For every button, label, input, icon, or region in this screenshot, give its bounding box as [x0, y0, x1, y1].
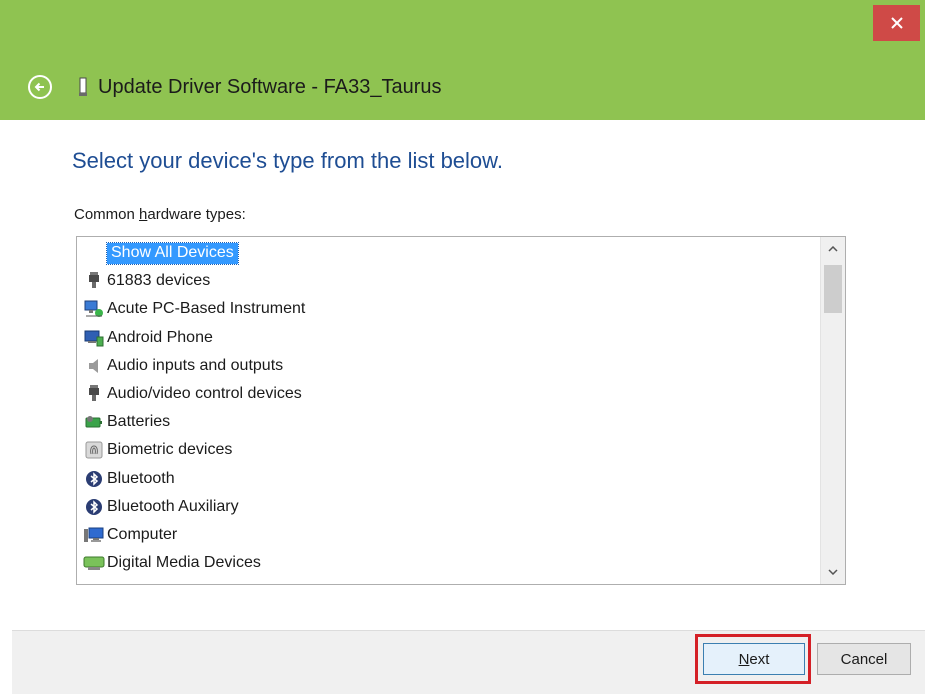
list-item[interactable]: Audio inputs and outputs — [83, 352, 811, 380]
list-item[interactable]: Show All Devices — [83, 239, 811, 267]
list-item-label: 61883 devices — [107, 272, 211, 290]
list-item-label: Android Phone — [107, 328, 213, 346]
battery-icon — [83, 412, 105, 432]
list-item-label: Batteries — [107, 413, 171, 431]
list-item[interactable]: Batteries — [83, 408, 811, 436]
bluetooth-icon — [83, 469, 105, 489]
bluetooth-icon — [83, 497, 105, 517]
list-item[interactable]: Android Phone — [83, 324, 811, 352]
chevron-down-icon — [828, 569, 838, 575]
next-button[interactable]: Next — [703, 643, 805, 675]
wizard-header: Update Driver Software - FA33_Taurus — [0, 62, 925, 112]
close-icon — [890, 17, 903, 29]
fingerprint-icon — [83, 440, 105, 460]
list-item[interactable]: Acute PC-Based Instrument — [83, 295, 811, 323]
list-item[interactable]: Audio/video control devices — [83, 380, 811, 408]
list-item-label: Acute PC-Based Instrument — [107, 300, 306, 318]
speaker-icon — [83, 356, 105, 376]
back-arrow-icon — [34, 82, 44, 92]
list-item[interactable]: Biometric devices — [83, 436, 811, 464]
list-item-label: Computer — [107, 525, 178, 543]
list-item[interactable]: Digital Media Devices — [83, 549, 811, 577]
scroll-thumb[interactable] — [824, 265, 842, 313]
list-item-label: Bluetooth — [107, 469, 175, 487]
list-item-label: Bluetooth Auxiliary — [107, 497, 239, 515]
list-item[interactable]: 61883 devices — [83, 267, 811, 295]
hardware-types-list[interactable]: Show All Devices 61883 devices Acute PC-Ba… — [76, 236, 846, 585]
computer-icon — [83, 525, 105, 545]
list-item[interactable]: Bluetooth — [83, 465, 811, 493]
connector-icon — [83, 271, 105, 291]
back-button[interactable] — [28, 75, 52, 99]
scroll-down-button[interactable] — [821, 560, 845, 584]
list-item-label: Digital Media Devices — [107, 554, 261, 572]
media-device-icon — [83, 553, 105, 573]
empty-icon-slot — [83, 243, 105, 263]
scroll-up-button[interactable] — [821, 237, 845, 261]
vertical-scrollbar[interactable] — [820, 237, 845, 584]
button-bar: Next Cancel — [12, 630, 925, 694]
device-icon — [78, 77, 88, 97]
page-heading: Select your device's type from the list … — [72, 148, 503, 173]
window-title: Update Driver Software - FA33_Taurus — [98, 75, 442, 98]
list-item[interactable]: Computer — [83, 521, 811, 549]
list-item[interactable]: Bluetooth Auxiliary — [83, 493, 811, 521]
cancel-button[interactable]: Cancel — [817, 643, 911, 675]
connector-icon — [83, 384, 105, 404]
list-item-label: Audio/video control devices — [107, 385, 302, 403]
list-item-label: Audio inputs and outputs — [107, 356, 284, 374]
chevron-up-icon — [828, 246, 838, 252]
network-pc-icon — [83, 299, 105, 319]
phone-computer-icon — [83, 328, 105, 348]
close-button[interactable] — [873, 5, 920, 41]
list-item-label: Biometric devices — [107, 441, 233, 459]
content-area: Select your device's type from the list … — [12, 120, 925, 630]
list-item-label: Show All Devices — [106, 241, 239, 265]
hardware-types-label: Common hardware types: — [74, 206, 246, 223]
